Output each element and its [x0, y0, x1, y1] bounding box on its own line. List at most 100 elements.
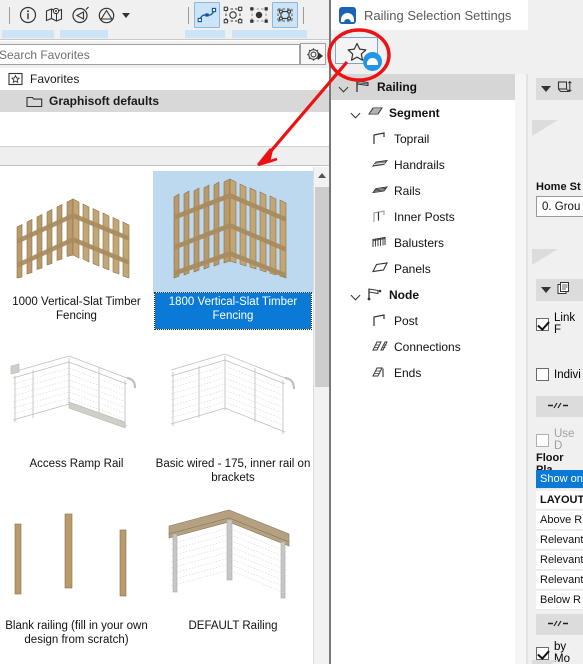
tree-item-post[interactable]: Post	[331, 308, 515, 334]
tab-chip-3[interactable]	[185, 30, 225, 38]
tab-chip-1[interactable]	[2, 30, 54, 38]
geometry-section-header[interactable]	[536, 78, 583, 100]
tab-chip-2[interactable]	[60, 30, 108, 38]
info-icon[interactable]	[15, 2, 41, 28]
favorites-row-3: Blank railing (fill in your own design f…	[0, 491, 313, 653]
post-icon	[371, 313, 389, 329]
default-railing-art	[168, 509, 290, 598]
use-default-checkbox[interactable]	[536, 433, 549, 447]
symbol-section-strip-2[interactable]	[536, 614, 583, 635]
tree-label-post: Post	[394, 314, 419, 328]
favorite-caption-3: Access Ramp Rail	[29, 458, 124, 470]
compass-icon[interactable]	[67, 2, 93, 28]
tree-item-connections[interactable]: Connections	[331, 334, 515, 360]
tree-label-panels: Panels	[394, 262, 431, 276]
floor-plan-section-header[interactable]	[536, 279, 583, 301]
favorites-search-row: Search Favorites	[0, 41, 330, 68]
fence-slat-tall-art	[173, 178, 287, 279]
tree-label-segment: Segment	[389, 106, 440, 120]
favorites-thumbnail-grid: 1000 Vertical-Slat Timber Fencing 1800 V…	[0, 167, 313, 664]
archicad-window: Search Favorites Favorites Graphisoft de…	[0, 0, 583, 664]
tree-item-handrails[interactable]: Handrails	[331, 152, 515, 178]
tree-item-segment[interactable]: Segment	[331, 100, 515, 126]
favorite-item-1[interactable]: 1000 Vertical-Slat Timber Fencing	[0, 167, 153, 329]
favorites-folder-tree: Favorites Graphisoft defaults	[0, 68, 330, 112]
wire-rail-2-art	[170, 353, 296, 434]
layer-row-0[interactable]: Above R	[536, 511, 583, 530]
tree-item-ends[interactable]: Ends	[331, 360, 515, 386]
favorite-item-3[interactable]: Access Ramp Rail	[0, 329, 153, 491]
favorites-star-folder-icon	[8, 72, 23, 86]
gear-caret-icon	[318, 52, 323, 60]
balusters-icon	[371, 235, 389, 251]
tree-item-inner-posts[interactable]: Inner Posts	[331, 204, 515, 230]
scroll-up-arrow-icon[interactable]	[314, 167, 329, 183]
favorite-thumbnail-1	[0, 171, 153, 293]
favorites-settings-button[interactable]	[300, 43, 326, 65]
sun-dome-icon[interactable]	[93, 2, 119, 28]
tab-chip-4[interactable]	[232, 30, 307, 38]
use-default-checkbox-row[interactable]: Use D	[536, 428, 583, 452]
layer-row-4[interactable]: Below R	[536, 591, 583, 610]
toolbar-overflow-caret-icon[interactable]	[119, 2, 133, 28]
tree-label-connections: Connections	[394, 340, 461, 354]
link-floor-plan-checkbox[interactable]	[536, 317, 549, 331]
tree-item-railing[interactable]: Railing	[331, 74, 515, 100]
tree-label-railing: Railing	[377, 80, 418, 94]
tree-label-node: Node	[389, 288, 419, 302]
layer-row-label-1: Relevant	[540, 534, 583, 546]
chevron-down-icon[interactable]	[339, 82, 349, 92]
tree-item-rails[interactable]: Rails	[331, 178, 515, 204]
ends-icon	[371, 365, 389, 381]
layer-row-label-0: Above R	[540, 514, 583, 526]
marquee-all-tool[interactable]	[272, 2, 298, 28]
show-on-select[interactable]: Show on	[536, 470, 583, 489]
curve-edit-tool[interactable]	[194, 2, 220, 28]
favorite-item-5[interactable]: Blank railing (fill in your own design f…	[0, 491, 153, 653]
by-model-label: by Mo	[554, 641, 570, 664]
individual-label: Indivi	[554, 368, 581, 381]
link-floor-plan-checkbox-row[interactable]: Link F	[536, 312, 583, 336]
pen-weight-icon	[547, 401, 569, 413]
tree-item-balusters[interactable]: Balusters	[331, 230, 515, 256]
marquee-filled-tool[interactable]	[246, 2, 272, 28]
section-corner-decoration-2	[532, 249, 558, 265]
fence-slat-art	[16, 198, 129, 279]
search-input[interactable]: Search Favorites	[0, 44, 300, 65]
folder-icon	[26, 96, 43, 108]
segment-icon	[366, 105, 384, 121]
favorite-item-6[interactable]: DEFAULT Railing	[153, 491, 313, 653]
marquee-partial-tool[interactable]	[220, 2, 246, 28]
tree-item-node[interactable]: Node	[331, 282, 515, 308]
layer-row-label-4: Below R	[540, 594, 581, 606]
favorites-scrollbar[interactable]	[313, 167, 329, 664]
individual-checkbox-row[interactable]: Indivi	[536, 368, 581, 381]
home-story-select[interactable]: 0. Grou	[536, 196, 583, 217]
railing-selection-settings-dialog: Railing Selection Settings Railing Segme…	[331, 0, 583, 664]
settings-navigation-tree: Railing Segment Toprail Handrails Rails …	[331, 74, 515, 664]
individual-checkbox[interactable]	[536, 368, 549, 381]
scrollbar-thumb[interactable]	[315, 187, 329, 387]
layout-header-row: LAYOUT	[536, 491, 583, 510]
symbol-section-strip-1[interactable]	[536, 396, 583, 417]
layer-row-2[interactable]: Relevant	[536, 551, 583, 570]
chevron-down-icon[interactable]	[351, 108, 361, 118]
favorites-badge-icon	[363, 52, 382, 71]
favorites-splitter[interactable]	[0, 146, 330, 166]
map-location-icon[interactable]	[41, 2, 67, 28]
connections-icon	[371, 339, 389, 355]
by-model-checkbox[interactable]	[536, 646, 549, 660]
tree-gap	[515, 74, 526, 664]
chevron-down-icon[interactable]	[351, 290, 361, 300]
tree-item-toprail[interactable]: Toprail	[331, 126, 515, 152]
tree-item-panels[interactable]: Panels	[331, 256, 515, 282]
favorite-item-1800-vertical-slat-timber-fencing[interactable]: 1800 Vertical-Slat Timber Fencing	[153, 167, 313, 330]
favorite-caption-4: Basic wired - 175, inner rail on bracket…	[155, 458, 311, 484]
toolbar-separator-2	[188, 6, 189, 24]
favorites-root-node[interactable]: Favorites	[0, 68, 330, 90]
layer-row-1[interactable]: Relevant	[536, 531, 583, 550]
favorites-folder-graphisoft-defaults[interactable]: Graphisoft defaults	[0, 90, 330, 112]
layer-row-3[interactable]: Relevant	[536, 571, 583, 590]
favorite-item-4[interactable]: Basic wired - 175, inner rail on bracket…	[153, 329, 313, 491]
floor-plan-and-section-icon	[557, 281, 572, 299]
